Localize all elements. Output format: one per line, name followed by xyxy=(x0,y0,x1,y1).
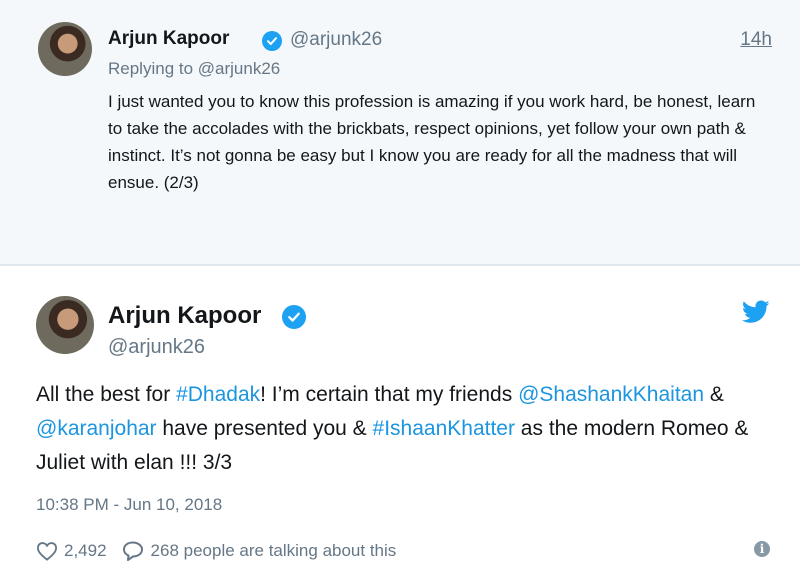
mention-link[interactable]: @karanjohar xyxy=(36,417,157,440)
info-icon[interactable]: i xyxy=(754,541,770,557)
text-part: All the best for xyxy=(36,383,177,406)
text-part: & xyxy=(704,383,724,406)
reply-tweet-text: I just wanted you to know this professio… xyxy=(108,92,756,192)
avatar[interactable] xyxy=(36,296,94,354)
tweet-time[interactable]: 14h xyxy=(740,29,772,51)
reply-tweet-card[interactable]: Arjun Kapoor @arjunk26 14h Replying to @… xyxy=(0,0,800,266)
comment-bubble-icon[interactable] xyxy=(121,540,145,562)
verified-badge-icon xyxy=(282,305,306,329)
hashtag-link[interactable]: #Dhadak xyxy=(176,383,260,406)
tweet-actions: 2,492 268 people are talking about this xyxy=(36,538,396,564)
verified-badge-icon xyxy=(262,31,282,51)
main-tweet-text: All the best for #Dhadak! I’m certain th… xyxy=(36,378,776,480)
mention-link[interactable]: @ShashankKhaitan xyxy=(518,383,704,406)
likes-count: 2,492 xyxy=(64,541,107,560)
like-button[interactable]: 2,492 xyxy=(36,541,121,561)
comment-button[interactable]: 268 people are talking about this xyxy=(121,540,397,562)
hashtag-link[interactable]: #IshaanKhatter xyxy=(373,417,515,440)
avatar[interactable] xyxy=(38,22,92,76)
tweet-timestamp[interactable]: 10:38 PM - Jun 10, 2018 xyxy=(36,495,222,515)
text-part: have presented you & xyxy=(156,417,373,440)
tweet-time-label[interactable]: 14h xyxy=(740,29,772,50)
author-handle[interactable]: @arjunk26 xyxy=(108,336,205,359)
author-name[interactable]: Arjun Kapoor xyxy=(108,302,261,330)
replying-to: Replying to @arjunk26 xyxy=(108,59,281,78)
author-name[interactable]: Arjun Kapoor xyxy=(108,28,229,50)
heart-icon[interactable] xyxy=(36,541,58,561)
twitter-bird-icon[interactable] xyxy=(742,300,770,324)
text-part: ! I’m certain that my friends xyxy=(260,383,519,406)
author-handle[interactable]: @arjunk26 xyxy=(290,29,382,51)
comments-label: 268 people are talking about this xyxy=(150,541,397,560)
